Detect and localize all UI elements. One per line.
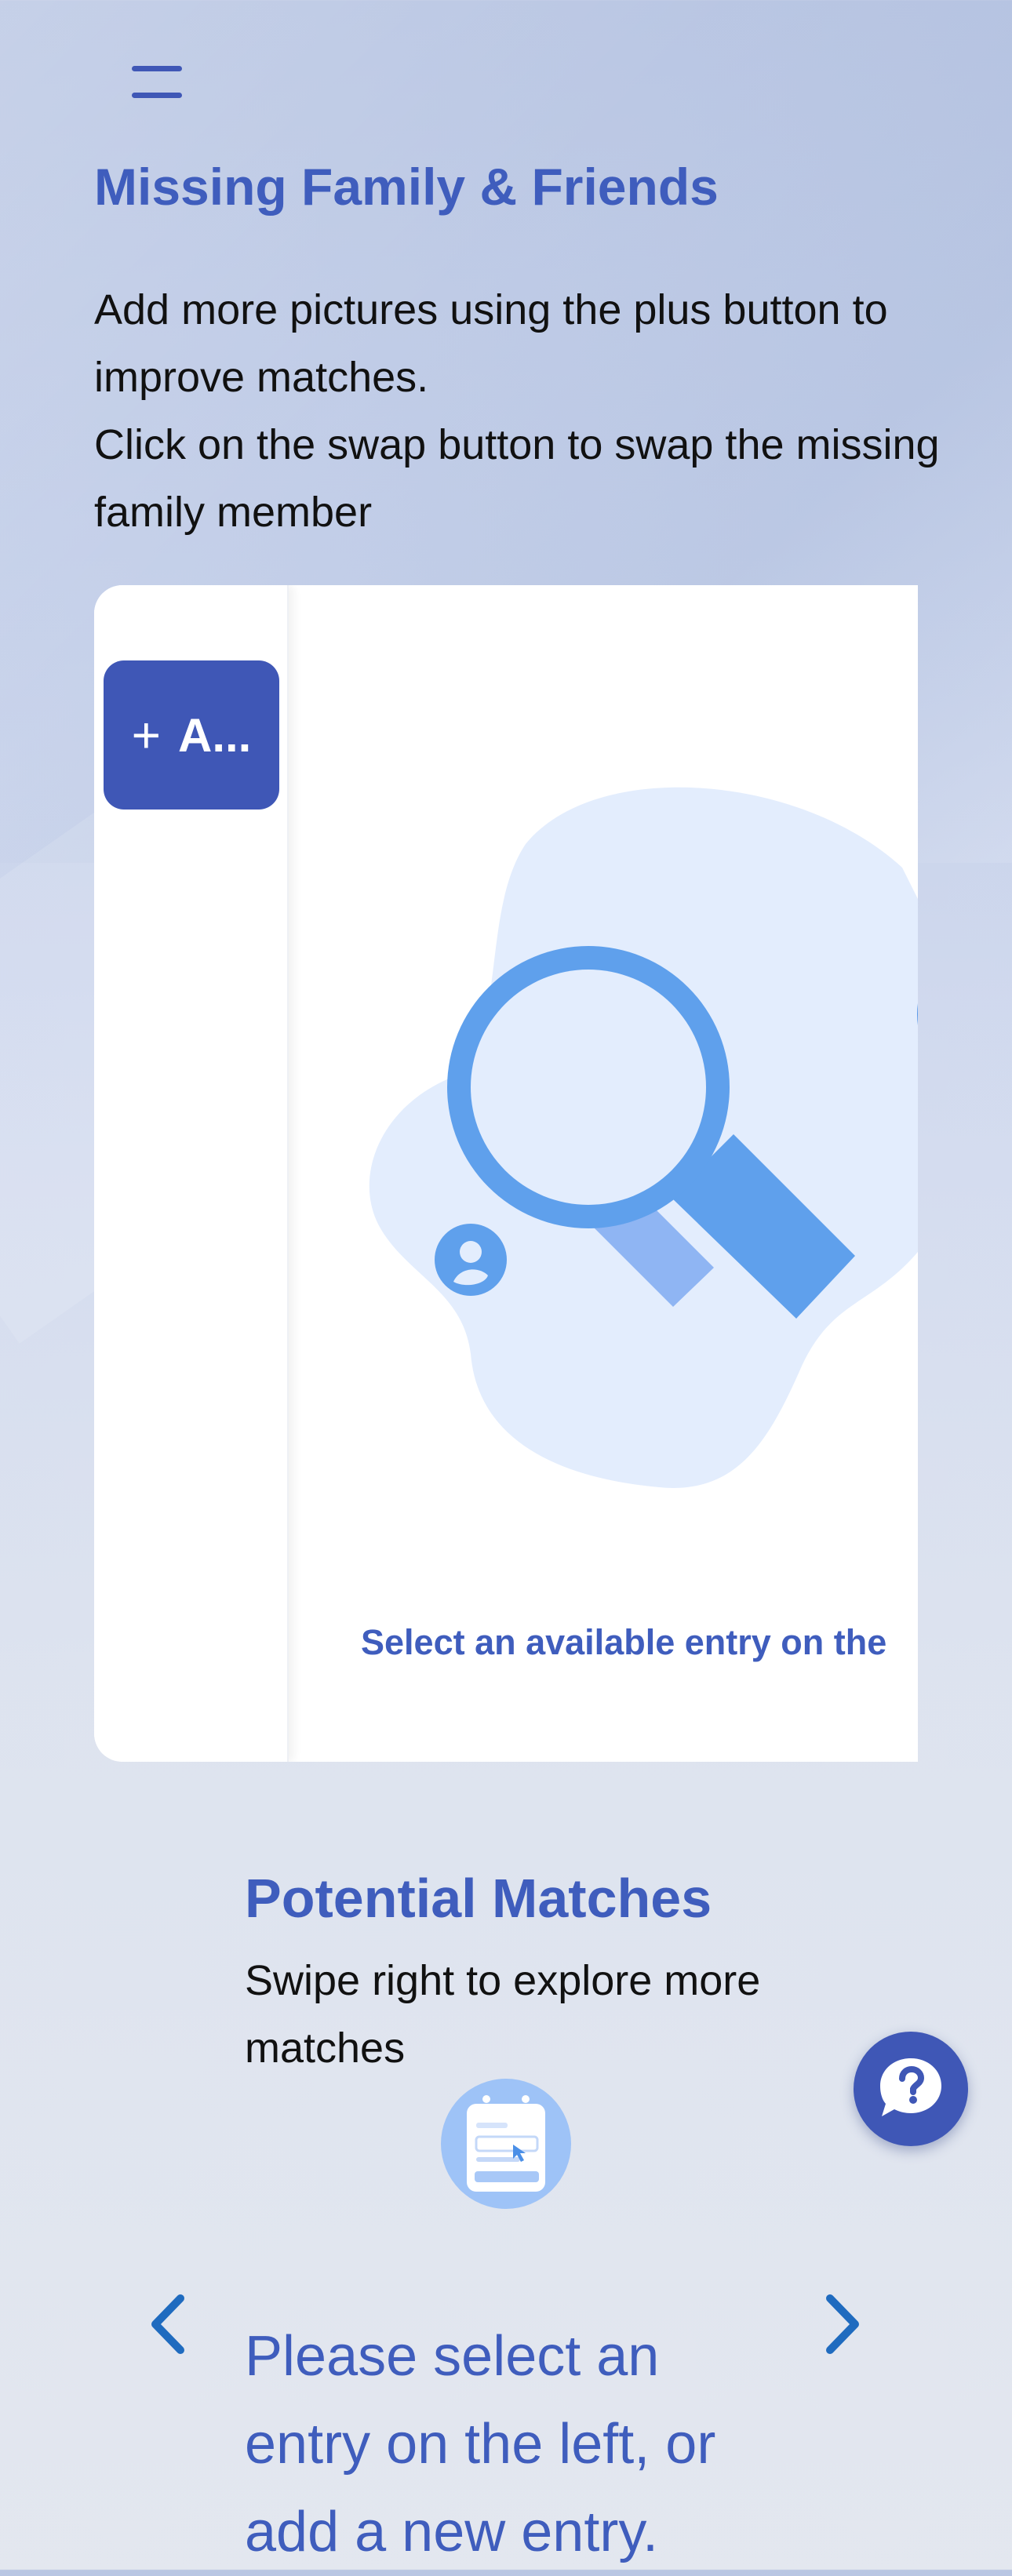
entry-list: + A... xyxy=(94,585,289,1762)
potential-matches-title: Potential Matches xyxy=(245,1868,712,1929)
chevron-right-icon[interactable] xyxy=(814,2289,869,2360)
page-title: Missing Family & Friends xyxy=(94,158,719,216)
add-entry-label: A... xyxy=(178,708,252,762)
add-entry-button[interactable]: + A... xyxy=(104,660,279,810)
help-chat-button[interactable] xyxy=(854,2032,968,2146)
chevron-left-icon[interactable] xyxy=(141,2289,196,2360)
magnifier-search-illustration xyxy=(369,787,918,1488)
instructions: Add more pictures using the plus button … xyxy=(94,276,941,546)
empty-matches-message: Please select an entry on the left, or a… xyxy=(245,2325,716,2563)
form-select-icon xyxy=(441,2079,571,2209)
panel-hint: Select an available entry on the xyxy=(361,1622,887,1662)
hamburger-menu-icon[interactable] xyxy=(126,63,191,107)
question-chat-icon xyxy=(880,2058,941,2116)
potential-matches-subtitle: Swipe right to explore more matches xyxy=(245,1957,761,2072)
instruction-text: Add more pictures using the plus button … xyxy=(94,286,888,401)
plus-icon: + xyxy=(131,707,162,763)
missing-persons-panel: + A... Select an available entry on the xyxy=(94,585,918,1762)
instruction-text: Click on the swap button to swap the mis… xyxy=(94,421,940,536)
